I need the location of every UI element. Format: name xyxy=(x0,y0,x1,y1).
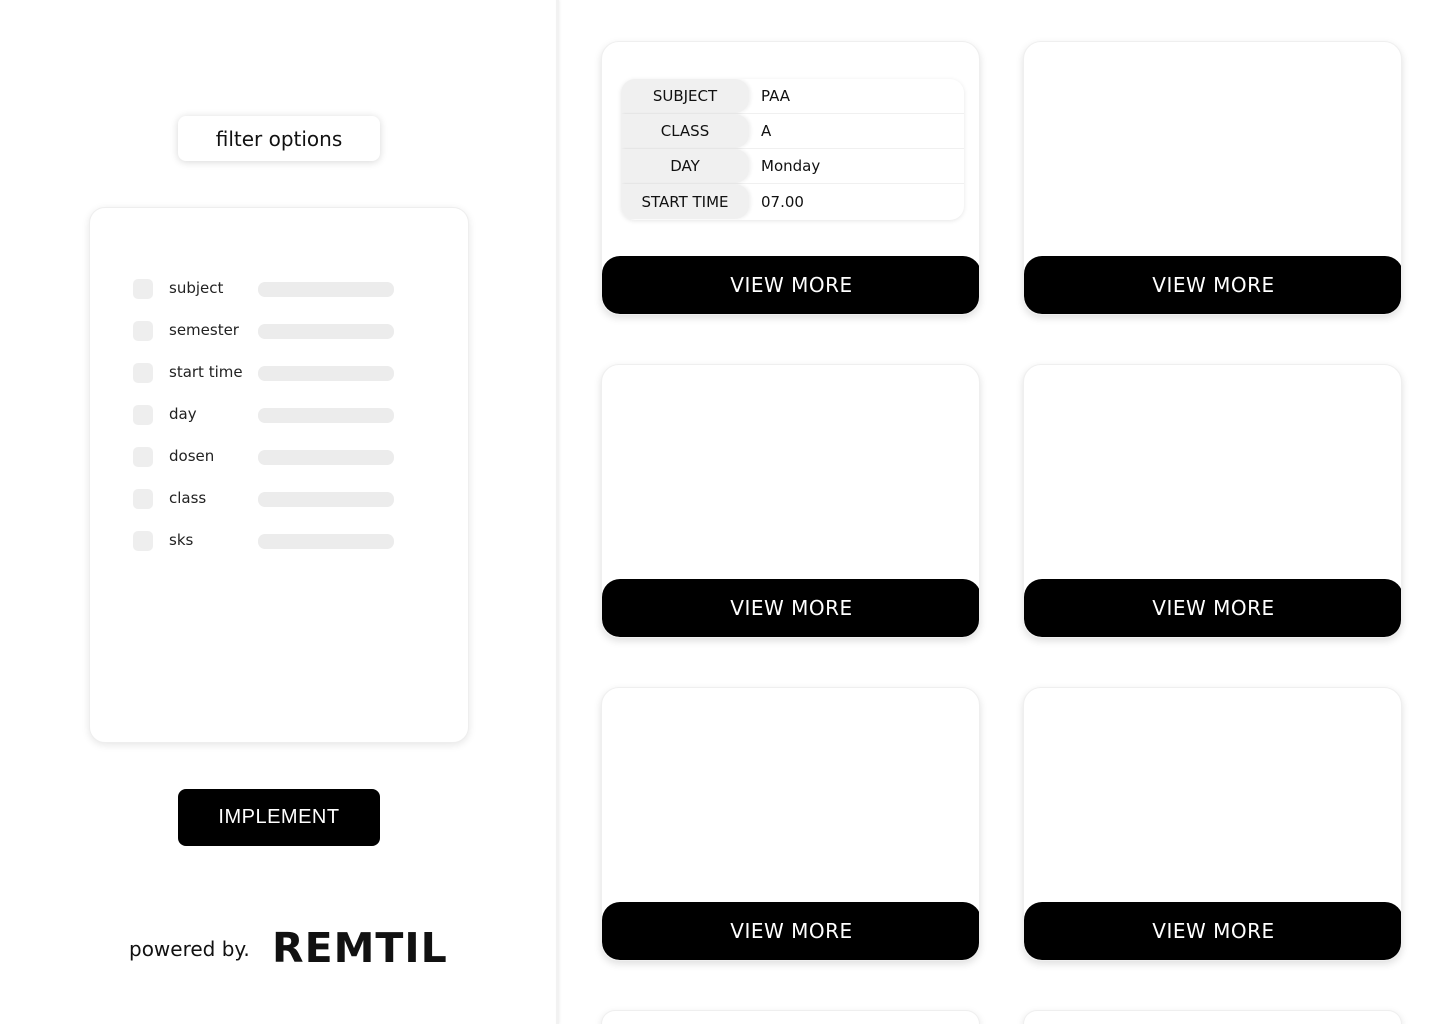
schedule-card: SUBJECT PAA CLASS A DAY Monday START TIM… xyxy=(601,41,980,315)
subject-filter-input[interactable] xyxy=(258,282,394,297)
detail-key: SUBJECT xyxy=(621,79,749,113)
filter-row-dosen[interactable]: dosen xyxy=(133,446,394,468)
schedule-card: VIEW MORE xyxy=(1023,687,1402,961)
filter-panel: subject semester start time day dosen cl… xyxy=(89,207,469,743)
detail-row-start-time: START TIME 07.00 xyxy=(621,184,964,219)
filter-label: semester xyxy=(169,321,239,339)
detail-row-subject: SUBJECT PAA xyxy=(621,79,964,114)
class-filter-input[interactable] xyxy=(258,492,394,507)
detail-key: CLASS xyxy=(621,114,749,148)
detail-value: A xyxy=(761,122,772,140)
brand-logo: REMTIL xyxy=(272,924,448,972)
start-time-checkbox[interactable] xyxy=(133,363,153,383)
dosen-checkbox[interactable] xyxy=(133,447,153,467)
filter-label: dosen xyxy=(169,447,215,465)
filter-row-subject[interactable]: subject xyxy=(133,278,394,300)
filter-row-sks[interactable]: sks xyxy=(133,530,394,552)
detail-key: DAY xyxy=(621,149,749,183)
sks-filter-input[interactable] xyxy=(258,534,394,549)
filter-sidebar: filter options subject semester start ti… xyxy=(0,0,556,1024)
semester-checkbox[interactable] xyxy=(133,321,153,341)
filter-label: class xyxy=(169,489,207,507)
filter-options-title: filter options xyxy=(178,116,380,161)
schedule-card: VIEW MORE xyxy=(1023,364,1402,638)
start-time-filter-input[interactable] xyxy=(258,366,394,381)
schedule-card: VIEW MORE xyxy=(601,364,980,638)
detail-key: START TIME xyxy=(621,184,749,219)
view-more-button[interactable]: VIEW MORE xyxy=(1024,256,1401,314)
sidebar-divider xyxy=(556,0,559,1024)
filter-row-class[interactable]: class xyxy=(133,488,394,510)
class-checkbox[interactable] xyxy=(133,489,153,509)
powered-by-text: powered by. xyxy=(129,937,250,961)
day-checkbox[interactable] xyxy=(133,405,153,425)
view-more-button[interactable]: VIEW MORE xyxy=(602,902,979,960)
detail-value: Monday xyxy=(761,157,821,175)
view-more-button[interactable]: VIEW MORE xyxy=(602,579,979,637)
detail-row-class: CLASS A xyxy=(621,114,964,149)
filter-label: start time xyxy=(169,363,243,381)
implement-button[interactable]: IMPLEMENT xyxy=(178,789,380,846)
schedule-card-partial xyxy=(1023,1010,1402,1024)
detail-value: PAA xyxy=(761,87,791,105)
schedule-card: VIEW MORE xyxy=(601,687,980,961)
schedule-card: VIEW MORE xyxy=(1023,41,1402,315)
filter-row-semester[interactable]: semester xyxy=(133,320,394,342)
schedule-card-partial xyxy=(601,1010,980,1024)
view-more-button[interactable]: VIEW MORE xyxy=(1024,579,1401,637)
dosen-filter-input[interactable] xyxy=(258,450,394,465)
subject-checkbox[interactable] xyxy=(133,279,153,299)
view-more-button[interactable]: VIEW MORE xyxy=(1024,902,1401,960)
filter-label: subject xyxy=(169,279,224,297)
view-more-button[interactable]: VIEW MORE xyxy=(602,256,979,314)
semester-filter-input[interactable] xyxy=(258,324,394,339)
day-filter-input[interactable] xyxy=(258,408,394,423)
filter-row-start-time[interactable]: start time xyxy=(133,362,394,384)
detail-row-day: DAY Monday xyxy=(621,149,964,184)
sks-checkbox[interactable] xyxy=(133,531,153,551)
filter-row-day[interactable]: day xyxy=(133,404,394,426)
filter-label: sks xyxy=(169,531,194,549)
schedule-details-table: SUBJECT PAA CLASS A DAY Monday START TIM… xyxy=(621,79,964,220)
filter-label: day xyxy=(169,405,197,423)
detail-value: 07.00 xyxy=(761,192,804,211)
